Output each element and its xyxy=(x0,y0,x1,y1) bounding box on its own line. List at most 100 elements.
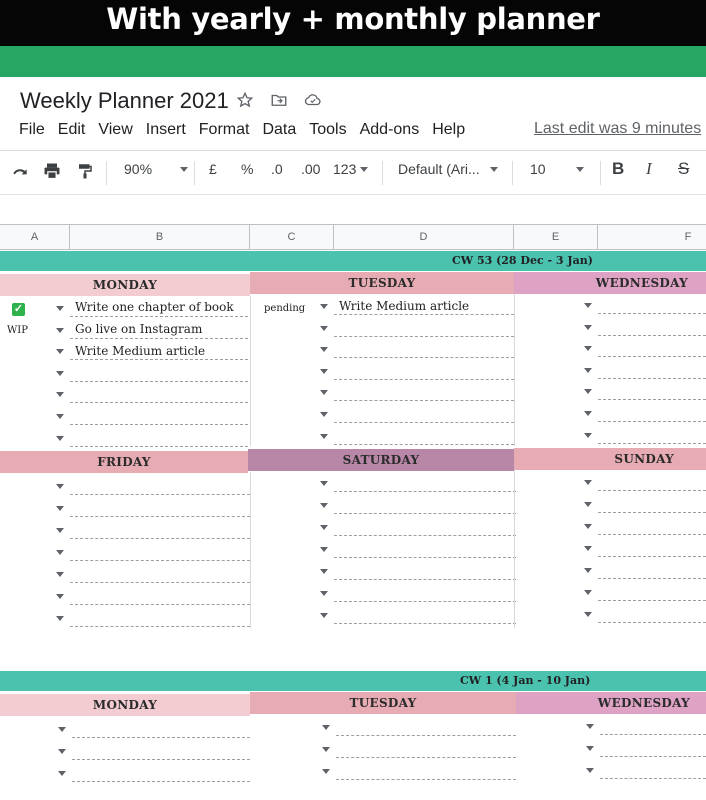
task-line[interactable] xyxy=(600,778,706,779)
dropdown-arrow-icon[interactable] xyxy=(56,327,64,333)
move-to-folder-icon[interactable] xyxy=(268,89,290,111)
task-line[interactable] xyxy=(334,601,516,602)
task-line[interactable] xyxy=(70,538,250,539)
dropdown-arrow-icon[interactable] xyxy=(58,749,66,754)
task-line[interactable] xyxy=(334,314,514,315)
dropdown-arrow-icon[interactable] xyxy=(56,414,64,419)
task-line[interactable] xyxy=(334,535,516,536)
dropdown-arrow-icon[interactable] xyxy=(584,389,592,395)
column-header-d[interactable]: D xyxy=(334,225,514,249)
font-select[interactable]: Default (Ari... xyxy=(398,161,498,177)
dropdown-arrow-icon[interactable] xyxy=(320,613,328,618)
dropdown-arrow-icon[interactable] xyxy=(322,769,330,774)
task-line[interactable] xyxy=(600,756,706,757)
menu-view[interactable]: View xyxy=(98,121,132,139)
dropdown-arrow-icon[interactable] xyxy=(56,616,64,621)
task-text[interactable]: Write one chapter of book xyxy=(75,300,234,314)
zoom-select[interactable]: 90% xyxy=(124,161,189,177)
dropdown-arrow-icon[interactable] xyxy=(56,506,64,511)
dropdown-arrow-icon[interactable] xyxy=(584,411,592,416)
strikethrough-button[interactable]: S xyxy=(678,159,689,179)
task-line[interactable] xyxy=(70,337,248,339)
dropdown-arrow-icon[interactable] xyxy=(320,325,328,331)
dropdown-arrow-icon[interactable] xyxy=(584,612,592,617)
more-formats-button[interactable]: 123 xyxy=(333,161,369,177)
dropdown-arrow-icon[interactable] xyxy=(584,367,592,373)
menu-help[interactable]: Help xyxy=(432,121,465,139)
percent-button[interactable]: % xyxy=(241,161,253,177)
task-line[interactable] xyxy=(598,578,706,579)
dropdown-arrow-icon[interactable] xyxy=(320,433,328,439)
dropdown-arrow-icon[interactable] xyxy=(320,591,328,596)
task-line[interactable] xyxy=(70,560,250,561)
dropdown-arrow-icon[interactable] xyxy=(320,503,328,508)
task-line[interactable] xyxy=(334,335,514,337)
task-line[interactable] xyxy=(70,316,248,317)
task-line[interactable] xyxy=(70,359,248,361)
task-line[interactable] xyxy=(72,781,250,782)
task-line[interactable] xyxy=(334,422,514,423)
column-header-e[interactable]: E xyxy=(514,225,598,249)
dropdown-arrow-icon[interactable] xyxy=(586,724,594,729)
dropdown-arrow-icon[interactable] xyxy=(586,746,594,751)
task-line[interactable] xyxy=(598,421,706,422)
task-line[interactable] xyxy=(598,399,706,401)
document-title[interactable]: Weekly Planner 2021 xyxy=(20,88,229,114)
task-line[interactable] xyxy=(70,604,250,605)
dropdown-arrow-icon[interactable] xyxy=(320,481,328,486)
dropdown-arrow-icon[interactable] xyxy=(584,590,592,595)
dropdown-arrow-icon[interactable] xyxy=(584,346,592,352)
task-text[interactable]: Go live on Instagram xyxy=(75,322,202,336)
task-line[interactable] xyxy=(598,356,706,358)
dropdown-arrow-icon[interactable] xyxy=(56,349,64,355)
decrease-decimal-button[interactable]: .0 xyxy=(271,161,283,177)
print-icon[interactable] xyxy=(42,161,62,181)
task-line[interactable] xyxy=(70,402,248,404)
dropdown-arrow-icon[interactable] xyxy=(56,306,64,311)
task-line[interactable] xyxy=(70,494,250,495)
task-line[interactable] xyxy=(598,622,706,623)
paint-format-icon[interactable] xyxy=(76,161,94,181)
dropdown-arrow-icon[interactable] xyxy=(584,480,592,485)
task-line[interactable] xyxy=(72,759,250,760)
bold-button[interactable]: B xyxy=(612,159,624,179)
task-line[interactable] xyxy=(70,582,250,583)
menu-data[interactable]: Data xyxy=(262,121,296,139)
menu-file[interactable]: File xyxy=(19,121,45,139)
task-line[interactable] xyxy=(336,757,516,758)
dropdown-arrow-icon[interactable] xyxy=(56,484,64,489)
dropdown-arrow-icon[interactable] xyxy=(584,432,592,438)
task-line[interactable] xyxy=(598,600,706,601)
task-line[interactable] xyxy=(72,737,250,738)
task-line[interactable] xyxy=(334,491,516,492)
task-line[interactable] xyxy=(598,556,706,557)
increase-decimal-button[interactable]: .00 xyxy=(301,161,320,177)
task-line[interactable] xyxy=(70,424,248,425)
dropdown-arrow-icon[interactable] xyxy=(584,502,592,507)
dropdown-arrow-icon[interactable] xyxy=(56,572,64,577)
dropdown-arrow-icon[interactable] xyxy=(320,347,328,353)
column-header-c[interactable]: C xyxy=(250,225,334,249)
task-line[interactable] xyxy=(598,490,706,491)
font-size-select[interactable]: 10 xyxy=(530,161,584,177)
task-line[interactable] xyxy=(334,443,514,445)
dropdown-arrow-icon[interactable] xyxy=(320,368,328,374)
column-header-a[interactable]: A xyxy=(0,225,70,249)
dropdown-arrow-icon[interactable] xyxy=(320,547,328,552)
dropdown-arrow-icon[interactable] xyxy=(320,569,328,574)
menu-insert[interactable]: Insert xyxy=(146,121,186,139)
cloud-saved-icon[interactable] xyxy=(302,89,324,111)
task-line[interactable] xyxy=(336,779,516,780)
dropdown-arrow-icon[interactable] xyxy=(584,568,592,573)
dropdown-arrow-icon[interactable] xyxy=(58,727,66,732)
task-line[interactable] xyxy=(334,400,514,402)
task-line[interactable] xyxy=(336,735,516,736)
task-text[interactable]: Write Medium article xyxy=(339,299,469,313)
formula-bar[interactable] xyxy=(0,194,706,224)
task-line[interactable] xyxy=(70,516,250,517)
task-line[interactable] xyxy=(334,623,516,624)
menu-edit[interactable]: Edit xyxy=(58,121,86,139)
dropdown-arrow-icon[interactable] xyxy=(56,392,64,398)
task-line[interactable] xyxy=(600,734,706,735)
task-line[interactable] xyxy=(334,579,516,580)
